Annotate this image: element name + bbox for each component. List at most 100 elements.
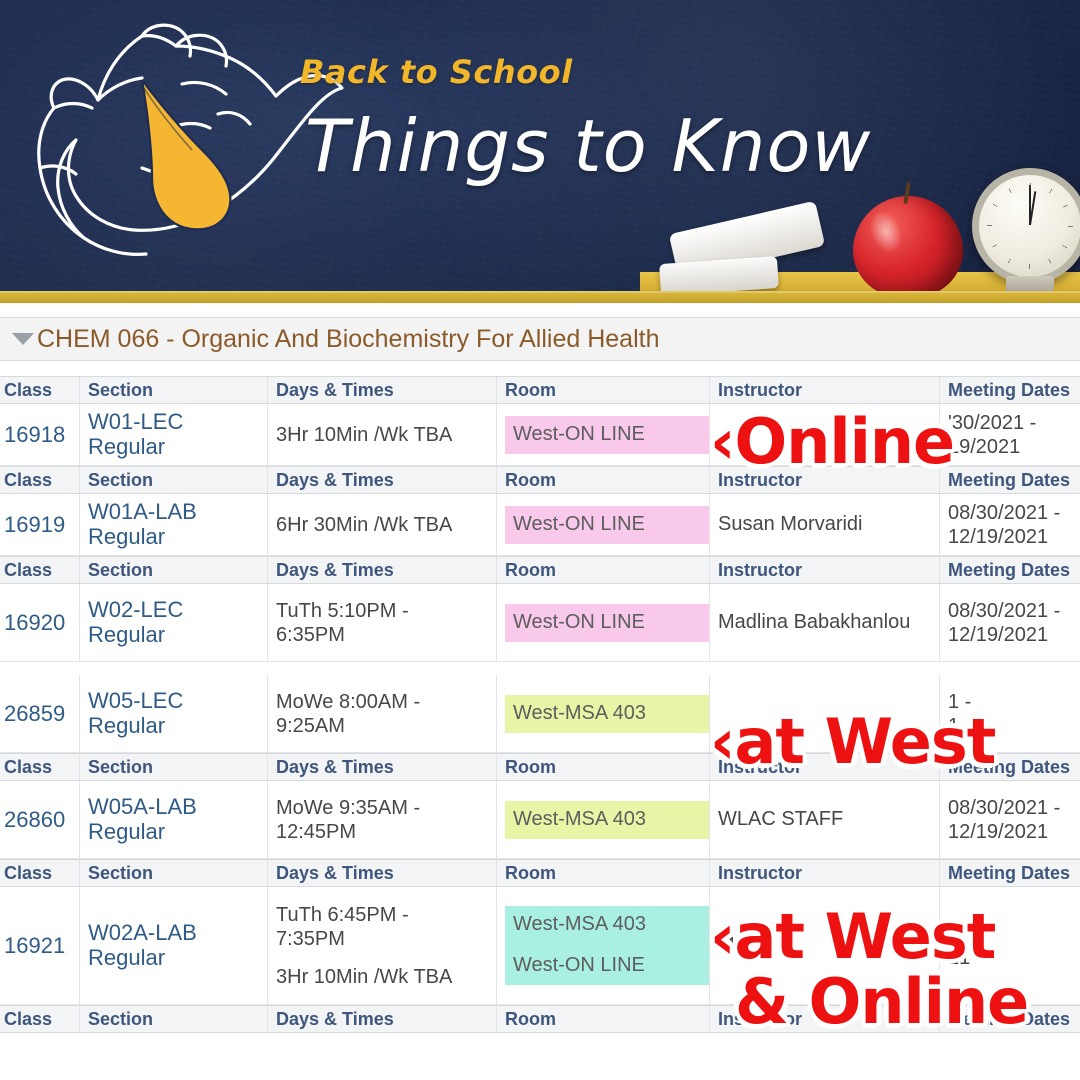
clock-icon <box>972 168 1080 284</box>
cell-days-times: 3Hr 10Min /Wk TBA <box>268 404 497 465</box>
days-times-line: 3Hr 10Min /Wk TBA <box>276 423 453 446</box>
cell-section[interactable]: W02-LEC Regular <box>80 584 268 661</box>
section-type: Regular <box>88 818 166 844</box>
course-group-header[interactable]: CHEM 066 - Organic And Biochemistry For … <box>0 317 1080 361</box>
room-label: West-MSA 403 <box>513 807 647 830</box>
column-header-days-times: Days & Times <box>268 557 497 583</box>
column-header-class: Class <box>0 1006 80 1032</box>
column-header-days-times: Days & Times <box>268 754 497 780</box>
cell-instructor: WLAC STAFF <box>710 781 940 858</box>
room-highlight: West-MSA 403 West-ON LINE <box>505 906 709 985</box>
meeting-date-start: 08/30/2021 - <box>948 501 1061 524</box>
room-label: West-MSA 403 <box>513 701 647 724</box>
cell-class[interactable]: 16919 <box>0 494 80 555</box>
table-header-row: Class Section Days & Times Room Instructor Me… <box>0 376 1080 404</box>
room-label: West-ON LINE <box>513 422 645 445</box>
column-header-room: Room <box>497 557 710 583</box>
cell-days-times: TuTh 6:45PM -7:35PM 3Hr 10Min /Wk TBA <box>268 887 497 1004</box>
cell-class[interactable]: 16921 <box>0 887 80 1004</box>
cell-section[interactable]: W05-LEC Regular <box>80 675 268 752</box>
cell-section[interactable]: W01A-LAB Regular <box>80 494 268 555</box>
column-header-days-times: Days & Times <box>268 860 497 886</box>
room-label: West-ON LINE <box>513 954 645 976</box>
cell-meeting-dates: 08/30/2021 -12/19/2021 <box>940 494 1080 555</box>
section-type: Regular <box>88 621 166 647</box>
column-header-section: Section <box>80 467 268 493</box>
meeting-date-start: 08/30/2021 - <box>948 796 1061 819</box>
banner-bottom-rule <box>0 291 1080 303</box>
cell-room: West-MSA 403 <box>497 781 710 858</box>
cell-section[interactable]: W02A-LAB Regular <box>80 887 268 1004</box>
room-highlight: West-MSA 403 <box>505 694 709 733</box>
table-header-row: Class Section Days & Times Room Instructor Me… <box>0 859 1080 887</box>
column-header-instructor: Instructor <box>710 860 940 886</box>
meeting-date-end: 19/2021 <box>948 435 1021 458</box>
apple-highlight <box>863 205 909 259</box>
column-header-room: Room <box>497 1006 710 1032</box>
cell-section[interactable]: W01-LEC Regular <box>80 404 268 465</box>
cell-days-times: 6Hr 30Min /Wk TBA <box>268 494 497 555</box>
column-header-section: Section <box>80 557 268 583</box>
cell-instructor: Madlina Babakhanlou <box>710 584 940 661</box>
days-times-line: 9:25AM <box>276 714 345 737</box>
column-header-meeting-dates: Meeting Dates <box>948 559 1071 580</box>
instructor-name: WLAC STAFF <box>718 808 844 830</box>
annotation-at-west-2: ‹at West <box>710 900 996 973</box>
column-header-meeting-dates: Meeting Dates <box>948 469 1071 490</box>
section-type: Regular <box>88 944 166 970</box>
column-header-section: Section <box>80 377 268 403</box>
cell-class[interactable]: 26860 <box>0 781 80 858</box>
room-highlight: West-ON LINE <box>505 415 709 454</box>
section-code: W02A-LAB <box>88 919 197 945</box>
section-type: Regular <box>88 523 166 549</box>
room-highlight: West-MSA 403 <box>505 800 709 839</box>
column-header-class: Class <box>0 467 80 493</box>
class-number: 26859 <box>4 700 66 726</box>
column-header-section: Section <box>80 1006 268 1032</box>
meeting-date-start: '30/2021 - <box>948 411 1037 434</box>
days-times-line: 12:45PM <box>276 820 357 843</box>
column-header-section: Section <box>80 754 268 780</box>
table-row[interactable]: 16919 W01A-LAB Regular 6Hr 30Min /Wk TBA Wes… <box>0 494 1080 556</box>
cell-room: West-ON LINE <box>497 404 710 465</box>
days-times-line: 6:35PM <box>276 623 345 646</box>
cell-instructor: Susan Morvaridi <box>710 494 940 555</box>
days-times-line: 7:35PM <box>276 927 345 950</box>
annotation-online-1: ‹Online <box>710 405 955 478</box>
meeting-date-end: 12/19/2021 <box>948 820 1049 843</box>
column-header-instructor: Instructor <box>710 557 940 583</box>
section-type: Regular <box>88 433 166 459</box>
meeting-date-end: 12/19/2021 <box>948 525 1049 548</box>
room-highlight: West-ON LINE <box>505 603 709 642</box>
course-title: CHEM 066 - Organic And Biochemistry For … <box>37 324 660 353</box>
table-header-row: Class Section Days & Times Room Instructor Me… <box>0 556 1080 584</box>
column-header-class: Class <box>0 377 80 403</box>
room-label: West-ON LINE <box>513 610 645 633</box>
column-header-days-times: Days & Times <box>268 467 497 493</box>
annotation-at-west-1: ‹at West <box>710 705 996 778</box>
room-label: West-MSA 403 <box>513 913 647 935</box>
cell-section[interactable]: W05A-LAB Regular <box>80 781 268 858</box>
column-header-room: Room <box>497 377 710 403</box>
cell-meeting-dates: '30/2021 -19/2021 <box>940 404 1080 465</box>
class-number: 16921 <box>4 932 66 958</box>
table-row[interactable]: 26860 W05A-LAB Regular MoWe 9:35AM -12:45PM… <box>0 781 1080 859</box>
cell-days-times: TuTh 5:10PM -6:35PM <box>268 584 497 661</box>
table-row[interactable]: 16920 W02-LEC Regular TuTh 5:10PM -6:35PM We… <box>0 584 1080 662</box>
cell-class[interactable]: 16918 <box>0 404 80 465</box>
column-header-room: Room <box>497 860 710 886</box>
days-times-line: 6Hr 30Min /Wk TBA <box>276 513 453 536</box>
cell-meeting-dates: 08/30/2021 -12/19/2021 <box>940 781 1080 858</box>
cell-class[interactable]: 16920 <box>0 584 80 661</box>
cell-class[interactable]: 26859 <box>0 675 80 752</box>
cell-room: West-ON LINE <box>497 494 710 555</box>
class-number: 26860 <box>4 806 66 832</box>
column-header-class: Class <box>0 860 80 886</box>
page-banner: Back to School Things to Know <box>0 0 1080 297</box>
collapse-triangle-icon[interactable] <box>12 333 34 345</box>
column-header-section: Section <box>80 860 268 886</box>
column-header-instructor: Instructor <box>710 377 940 403</box>
section-type: Regular <box>88 712 166 738</box>
column-header-meeting-dates: Meeting Dates <box>948 862 1071 883</box>
meeting-date-end: 12/19/2021 <box>948 623 1049 646</box>
